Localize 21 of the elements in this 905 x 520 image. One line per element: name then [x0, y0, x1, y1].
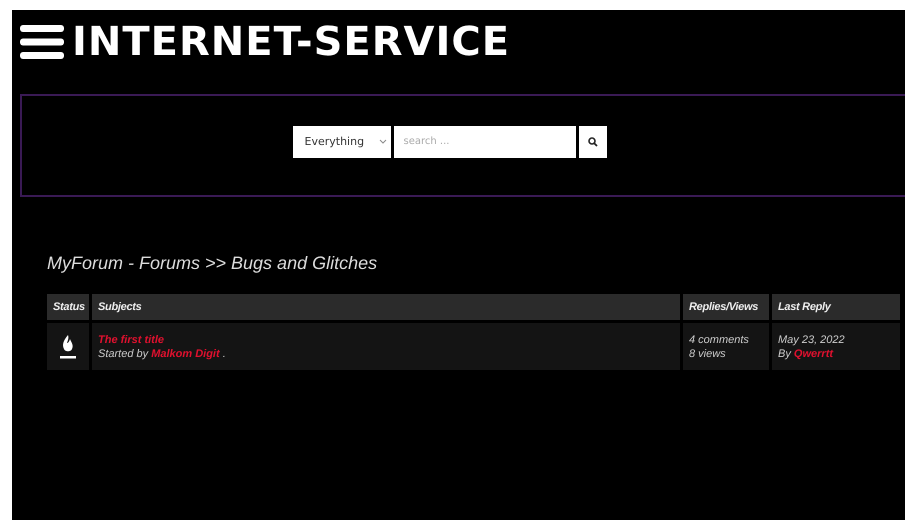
column-header: Subjects: [92, 294, 680, 320]
reply-count: 4 comments: [689, 334, 750, 346]
column-header: Status: [47, 294, 89, 320]
column-header: Replies/Views: [683, 294, 769, 320]
last-reply-date: May 23, 2022: [778, 334, 846, 346]
topic-link[interactable]: The first title: [98, 334, 674, 346]
column-header: Last Reply: [772, 294, 900, 320]
breadcrumb-title: MyForum - Forums >> Bugs and Glitches: [47, 253, 378, 274]
search-button[interactable]: [578, 126, 606, 158]
scope-dropdown[interactable]: Everything: [292, 126, 390, 158]
menu-icon[interactable]: [20, 24, 64, 58]
search-icon: [588, 136, 598, 146]
chevron-icon: [378, 139, 386, 144]
topic-byline: Started by Malkom Digit .: [98, 348, 227, 360]
last-reply-byline: By Qwerrtt: [778, 348, 834, 360]
site-logo[interactable]: INTERNET-SERVICE: [72, 22, 510, 62]
author-link[interactable]: Malkom Digit: [151, 348, 220, 360]
user-link[interactable]: Qwerrtt: [794, 348, 834, 360]
search-field[interactable]: search ...: [394, 126, 576, 158]
flame-icon: [59, 334, 77, 360]
view-count: 8 views: [689, 348, 727, 360]
